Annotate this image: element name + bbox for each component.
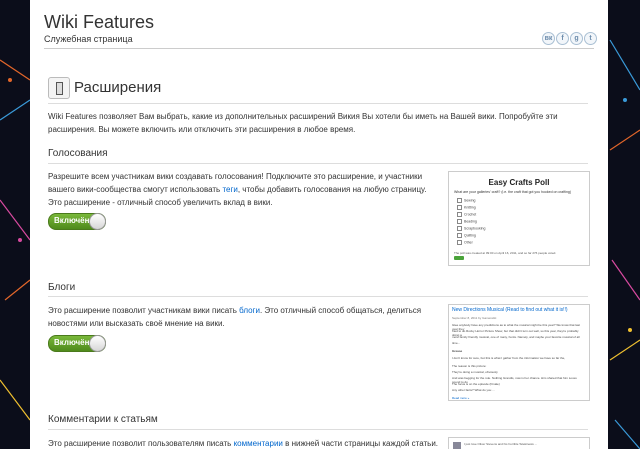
blog-post-title: New Directions Musical (Read to find out… bbox=[452, 307, 568, 313]
poll-option: Quilting bbox=[457, 233, 476, 238]
poll-question: What are your galleries' craft? (i.e. th… bbox=[454, 190, 572, 194]
poll-option: Crochet bbox=[457, 212, 476, 217]
section-divider bbox=[48, 296, 588, 297]
wiki-header: Wiki Features Служебная страница вк f g … bbox=[30, 0, 608, 50]
blogs-enabled-toggle[interactable]: Включён bbox=[48, 335, 106, 352]
comments-link[interactable]: комментарии bbox=[234, 439, 283, 448]
header-divider bbox=[44, 48, 594, 49]
section-title-blogs: Блоги bbox=[48, 282, 76, 293]
toggle-label: Включён bbox=[54, 338, 90, 347]
avatar bbox=[453, 442, 461, 449]
poll-title: Easy Crafts Poll bbox=[488, 178, 550, 187]
blog-text-line: I don't know for sure, but this is what … bbox=[452, 356, 566, 360]
wiki-title[interactable]: Wiki Features bbox=[44, 12, 154, 33]
blog-read-more: Read more » bbox=[452, 396, 470, 400]
toggle-label: Включён bbox=[54, 216, 90, 225]
blog-post-meta: September 8, 2011 by Gamerwiki bbox=[452, 316, 497, 320]
comment-preview-text: I just love Oliver Stevens and his horri… bbox=[464, 442, 538, 446]
blog-text-line: Any other facts? What do you ... bbox=[452, 388, 495, 392]
facebook-icon[interactable]: f bbox=[556, 32, 569, 45]
google-plus-icon[interactable]: g bbox=[570, 32, 583, 45]
toggle-knob bbox=[89, 335, 106, 352]
poll-option: Sewing bbox=[457, 198, 475, 203]
poll-option: Other bbox=[457, 240, 473, 245]
section-title-comments: Комментарии к статьям bbox=[48, 414, 158, 425]
main-page: Wiki Features Служебная страница вк f g … bbox=[30, 0, 608, 449]
twitter-icon[interactable]: t bbox=[584, 32, 597, 45]
section-divider bbox=[48, 429, 588, 430]
comments-description: Это расширение позволит пользователям пи… bbox=[48, 439, 439, 448]
extension-icon bbox=[48, 77, 70, 99]
blog-text-line: Grease bbox=[452, 349, 463, 353]
polls-enabled-toggle[interactable]: Включён bbox=[48, 213, 106, 230]
poll-footer: The poll was created at 09:00 on April 1… bbox=[454, 251, 557, 255]
blog-text-line: They're doing a musical, obviously bbox=[452, 370, 498, 374]
blog-text-line: The reason is this picture: bbox=[452, 364, 487, 368]
comments-preview-image: I just love Oliver Stevens and his horri… bbox=[448, 437, 590, 449]
section-title-polls: Голосования bbox=[48, 148, 108, 159]
blog-text-line: time... bbox=[452, 341, 461, 345]
poll-option: Beading bbox=[457, 219, 477, 224]
page-title: Расширения bbox=[74, 79, 162, 96]
polls-description: Разрешите всем участникам вики создавать… bbox=[48, 172, 427, 207]
blogs-preview-image: New Directions Musical (Read to find out… bbox=[448, 304, 590, 401]
blog-text-line: The focus is on the episode (Finale) bbox=[452, 382, 500, 386]
poll-option: Scrapbooking bbox=[457, 226, 485, 231]
poll-vote-button bbox=[454, 256, 464, 260]
poll-option: Knitting bbox=[457, 205, 476, 210]
blogs-description: Это расширение позволит участникам вики … bbox=[48, 306, 422, 328]
page-intro: Wiki Features позволяет Вам выбрать, как… bbox=[48, 112, 558, 134]
polls-preview-image: Easy Crafts Poll What are your galleries… bbox=[448, 171, 590, 266]
polls-tags-link[interactable]: теги bbox=[222, 185, 237, 194]
blog-text-line: more family friendly musical, one of man… bbox=[452, 335, 580, 339]
blogs-link[interactable]: блоги bbox=[239, 306, 260, 315]
vk-icon[interactable]: вк bbox=[542, 32, 555, 45]
section-divider bbox=[48, 163, 588, 164]
page-title-divider bbox=[48, 103, 588, 104]
page-header: Расширения bbox=[48, 77, 588, 104]
wiki-subtitle: Служебная страница bbox=[44, 34, 133, 44]
toggle-knob bbox=[89, 213, 106, 230]
